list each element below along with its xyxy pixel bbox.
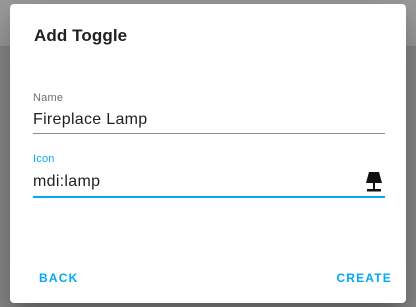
name-input[interactable]: Fireplace Lamp [33,111,353,129]
add-toggle-dialog: Add Toggle Name Fireplace Lamp Icon mdi:… [10,4,406,303]
icon-field[interactable]: Icon mdi:lamp [33,153,385,198]
back-button[interactable]: BACK [35,269,82,287]
lamp-icon [366,172,382,192]
name-field[interactable]: Name Fireplace Lamp [33,92,385,134]
dialog-title: Add Toggle [34,26,128,45]
name-field-label: Name [33,92,64,104]
create-button[interactable]: CREATE [332,269,396,287]
icon-field-label: Icon [33,153,55,165]
icon-input[interactable]: mdi:lamp [33,173,353,191]
